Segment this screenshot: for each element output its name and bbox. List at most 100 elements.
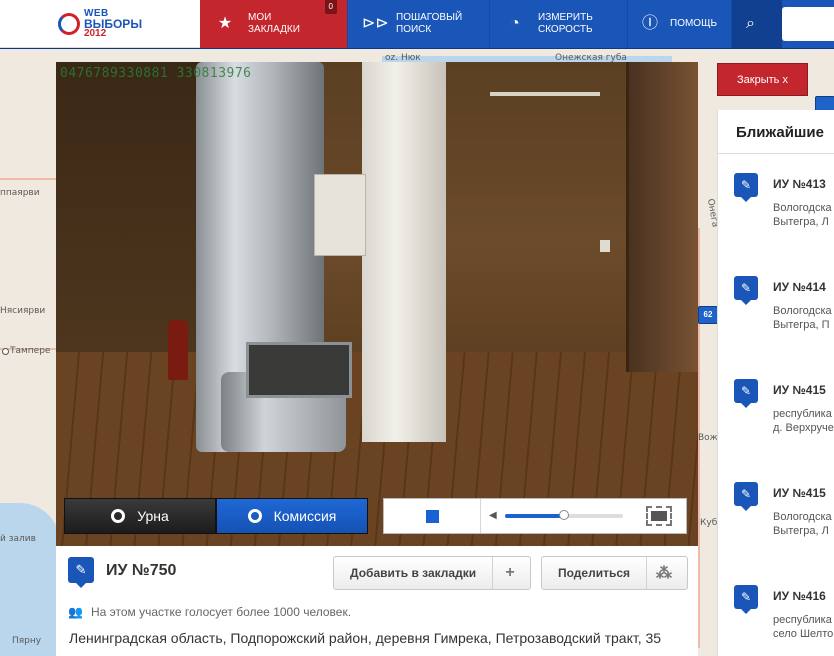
- video-scene-furnace-door: [246, 342, 352, 398]
- nearest-item-name: ИУ №416: [773, 589, 826, 603]
- top-navigation: WEB ВЫБОРЫ 2012 ★ МОИ ЗАКЛАДКИ 0 ⊳⊳ ПОШАГ…: [0, 0, 834, 48]
- divider: [718, 153, 834, 154]
- video-scene-column: [362, 62, 446, 442]
- nearest-item-address: республика село Шелто: [773, 613, 833, 641]
- nearest-item-name: ИУ №415: [773, 383, 826, 397]
- address-line-1: Вологодска: [773, 305, 832, 317]
- map-label: й залив: [0, 534, 36, 544]
- voters-text: На этом участке голосует более 1000 чело…: [90, 605, 352, 619]
- fullscreen-icon: [651, 511, 667, 521]
- address-line-2: Вытегра, Л: [773, 216, 829, 228]
- nav-label-line-1: ИЗМЕРИТЬ: [538, 12, 593, 23]
- polling-station-panel: 0476789330881 330813976 Урна Комиссия ◀: [56, 62, 698, 656]
- nearest-item[interactable]: ✎ ИУ №415 республика д. Верхруче: [718, 379, 834, 479]
- nearest-item[interactable]: ✎ ИУ №416 республика село Шелто: [718, 585, 834, 656]
- address-line-2: село Шелто: [773, 628, 834, 640]
- nearest-item-address: Вологодска Вытегра, П: [773, 304, 832, 332]
- speedometer-icon: ◔: [510, 15, 520, 32]
- video-scene-door: [626, 62, 698, 372]
- logo[interactable]: WEB ВЫБОРЫ 2012: [0, 0, 200, 48]
- address-line-1: Вологодска: [773, 202, 832, 214]
- search-button[interactable]: ⌕: [732, 0, 782, 48]
- ballot-box-icon: ✎: [734, 276, 758, 305]
- nearest-item-name: ИУ №414: [773, 280, 826, 294]
- nearest-stations-panel: Ближайшие ✎ ИУ №413 Вологодска Вытегра, Л…: [717, 110, 834, 656]
- ballot-box-icon: ✎: [734, 173, 758, 202]
- help-icon: ⓘ: [642, 15, 659, 32]
- bookmark-button-group: Добавить в закладки +: [333, 556, 531, 590]
- city-dot: [2, 348, 9, 355]
- tab-label: Комиссия: [273, 508, 337, 524]
- close-button[interactable]: Закрыть x: [717, 63, 808, 96]
- map-label: Нясиярви: [0, 306, 46, 316]
- people-icon: 👥: [68, 605, 83, 619]
- map-label: Вож: [698, 433, 718, 443]
- volume-slider[interactable]: [505, 510, 623, 520]
- video-scene-box: [314, 174, 366, 256]
- ballot-box-icon: ✎: [68, 557, 94, 588]
- share-icon[interactable]: ⁂: [647, 557, 681, 589]
- map-road: [0, 178, 56, 180]
- fullscreen-button[interactable]: [646, 506, 672, 526]
- map-label: Тампере: [10, 346, 51, 356]
- bookmarks-count-badge: 0: [324, 0, 337, 14]
- ballot-box-icon: ✎: [734, 482, 758, 511]
- add-bookmark-button[interactable]: Добавить в закладки: [334, 557, 494, 589]
- nearest-item-address: Вологодска Вытегра, Л: [773, 201, 832, 229]
- address-line-2: Вытегра, Л: [773, 525, 829, 537]
- stop-icon: [425, 509, 439, 523]
- search-input[interactable]: [782, 7, 834, 41]
- volume-icon[interactable]: ◀: [489, 511, 499, 521]
- webcam-icon: [111, 509, 126, 523]
- step-arrows-icon: ⊳⊳: [362, 15, 389, 32]
- nav-label: МОИ ЗАКЛАДКИ: [248, 12, 300, 36]
- volume-fill: [505, 514, 564, 518]
- logo-mark-icon: [57, 12, 80, 35]
- tab-urna[interactable]: Урна: [64, 498, 216, 534]
- address-line-1: республика: [773, 614, 832, 626]
- nav-label-line-2: ЗАКЛАДКИ: [248, 24, 300, 35]
- nav-measure-speed[interactable]: ◔ ИЗМЕРИТЬ СКОРОСТЬ: [490, 0, 628, 48]
- video-scene-coat-hooks: [490, 92, 600, 120]
- video-scene-switch: [600, 240, 610, 252]
- nav-step-search[interactable]: ⊳⊳ ПОШАГОВЫЙ ПОИСК: [348, 0, 490, 48]
- nearest-item[interactable]: ✎ ИУ №415 Вологодска Вытегра, Л: [718, 482, 834, 582]
- logo-line-2: ВЫБОРЫ: [83, 16, 143, 31]
- nearest-item-address: Вологодска Вытегра, Л: [773, 510, 832, 538]
- nearest-item[interactable]: ✎ ИУ №413 Вологодска Вытегра, Л: [718, 173, 834, 273]
- star-icon: ★: [217, 15, 233, 32]
- nearest-item-name: ИУ №413: [773, 177, 826, 191]
- nav-label: ПОМОЩЬ: [670, 18, 718, 29]
- share-button[interactable]: Поделиться: [542, 557, 648, 589]
- player-controls: ◀: [383, 498, 687, 534]
- address-line-1: Вологодска: [773, 511, 832, 523]
- address-line-2: Вытегра, П: [773, 319, 830, 331]
- nearest-item[interactable]: ✎ ИУ №414 Вологодска Вытегра, П: [718, 276, 834, 376]
- nearest-title: Ближайшие: [736, 124, 824, 141]
- nav-label-line-2: СКОРОСТЬ: [538, 24, 593, 35]
- address-line-1: республика: [773, 408, 832, 420]
- sea-water: [0, 503, 60, 656]
- nav-help[interactable]: ⓘ ПОМОЩЬ: [628, 0, 732, 48]
- plus-icon[interactable]: +: [493, 557, 527, 589]
- nearest-item-name: ИУ №415: [773, 486, 826, 500]
- nav-label: ИЗМЕРИТЬ СКОРОСТЬ: [538, 12, 593, 36]
- nav-my-bookmarks[interactable]: ★ МОИ ЗАКЛАДКИ 0: [200, 0, 348, 48]
- video-timestamp: 0476789330881 330813976: [60, 66, 252, 81]
- station-title: ИУ №750: [106, 562, 177, 579]
- volume-knob[interactable]: [559, 510, 569, 520]
- tab-komissiya[interactable]: Комиссия: [216, 498, 368, 534]
- logo-text: WEB ВЫБОРЫ 2012: [83, 8, 143, 39]
- video-stream[interactable]: 0476789330881 330813976 Урна Комиссия ◀: [56, 62, 698, 546]
- search-icon: ⌕: [746, 15, 755, 32]
- stop-button[interactable]: [384, 499, 481, 533]
- ballot-box-icon: ✎: [734, 379, 758, 408]
- ballot-box-icon: ✎: [734, 585, 758, 614]
- camera-tabs: Урна Комиссия: [64, 498, 368, 534]
- nav-label-line-1: ПОШАГОВЫЙ: [396, 12, 463, 23]
- station-address: Ленинградская область, Подпорожский райо…: [69, 630, 662, 646]
- map-marker[interactable]: 62: [698, 306, 718, 324]
- nav-label-line-1: МОИ: [248, 12, 272, 23]
- share-button-group: Поделиться ⁂: [541, 556, 688, 590]
- map-label: Пярну: [12, 636, 42, 646]
